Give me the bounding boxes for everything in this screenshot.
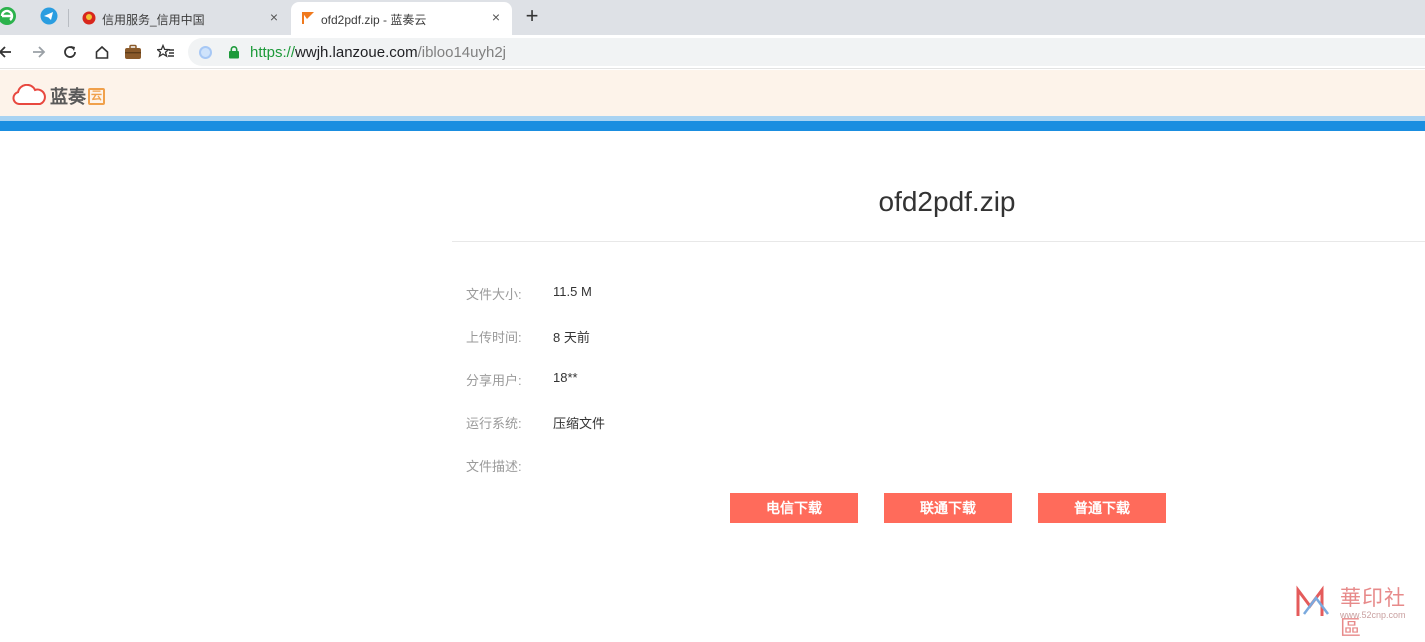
normal-download-button[interactable]: 普通下载: [1038, 493, 1166, 523]
tab-close-icon[interactable]: ×: [266, 9, 282, 25]
tab-separator: [68, 9, 69, 27]
forward-arrow-icon: [33, 46, 46, 58]
favorites-button[interactable]: [155, 41, 177, 63]
logo-text: 蓝奏: [50, 87, 86, 107]
lanzou-flag-icon: [302, 12, 314, 24]
logo-badge: 云: [88, 87, 105, 105]
home-icon: [95, 45, 109, 59]
back-arrow-icon: [0, 46, 11, 58]
info-row-upload-time: 上传时间: 8 天前: [466, 327, 590, 347]
info-label: 文件大小:: [466, 287, 522, 302]
site-logo[interactable]: 蓝奏 云: [11, 84, 105, 108]
file-title: ofd2pdf.zip: [878, 186, 1016, 217]
info-row-share-user: 分享用户: 18**: [466, 370, 578, 390]
info-label: 运行系统:: [466, 416, 522, 431]
forward-button[interactable]: [28, 41, 50, 63]
toolbox-button[interactable]: [122, 41, 144, 63]
url-path: /ibloo14uyh2j: [417, 44, 506, 61]
reload-button[interactable]: [59, 41, 81, 63]
title-divider: [452, 241, 1425, 242]
info-row-system: 运行系统: 压缩文件: [466, 413, 605, 433]
new-tab-button[interactable]: +: [520, 5, 544, 29]
info-value: 11.5 M: [553, 284, 592, 299]
browser-toolbar: https://wwjh.lanzoue.com/ibloo14uyh2j: [0, 35, 1425, 69]
url-text[interactable]: https://wwjh.lanzoue.com/ibloo14uyh2j: [250, 44, 506, 61]
address-bar[interactable]: https://wwjh.lanzoue.com/ibloo14uyh2j: [188, 38, 1425, 66]
tab-title: 信用服务_信用中国: [102, 13, 205, 27]
site-header: 蓝奏 云: [0, 70, 1425, 116]
info-row-description: 文件描述:: [466, 456, 553, 476]
info-value: 8 天前: [553, 330, 590, 345]
reload-icon: [64, 46, 76, 58]
watermark-url: www.52cnp.com: [1340, 610, 1406, 620]
browser-e-icon[interactable]: [0, 6, 17, 26]
watermark: 華印社區 www.52cnp.com: [1290, 580, 1425, 640]
home-button[interactable]: [91, 41, 113, 63]
info-label: 文件描述:: [466, 459, 522, 474]
star-list-icon: [157, 44, 174, 58]
telecom-download-button[interactable]: 电信下载: [730, 493, 858, 523]
info-value: 18**: [553, 370, 578, 385]
tab-lanzou[interactable]: ofd2pdf.zip - 蓝奏云 ×: [291, 2, 512, 35]
info-label: 分享用户:: [466, 373, 522, 388]
site-info-icon[interactable]: [199, 46, 212, 59]
unicom-download-button[interactable]: 联通下载: [884, 493, 1012, 523]
header-stripe: [0, 121, 1425, 131]
url-scheme: https://: [250, 44, 296, 61]
info-value: 压缩文件: [553, 416, 606, 431]
national-emblem-icon: [82, 11, 96, 25]
back-button[interactable]: [0, 41, 16, 63]
cloud-icon: [12, 84, 46, 105]
lock-icon[interactable]: [227, 45, 241, 59]
telegram-icon[interactable]: [39, 6, 59, 26]
tab-credit-china[interactable]: 信用服务_信用中国 ×: [72, 2, 290, 35]
tab-strip: 信用服务_信用中国 × ofd2pdf.zip - 蓝奏云 × +: [0, 0, 1425, 35]
tab-title: ofd2pdf.zip - 蓝奏云: [321, 13, 427, 27]
info-label: 上传时间:: [466, 330, 522, 345]
briefcase-icon: [125, 44, 141, 59]
tab-close-icon[interactable]: ×: [488, 9, 504, 25]
watermark-logo-icon: [1296, 585, 1329, 616]
url-host: wwjh.lanzoue.com: [295, 44, 418, 61]
info-row-size: 文件大小: 11.5 M: [466, 284, 592, 304]
